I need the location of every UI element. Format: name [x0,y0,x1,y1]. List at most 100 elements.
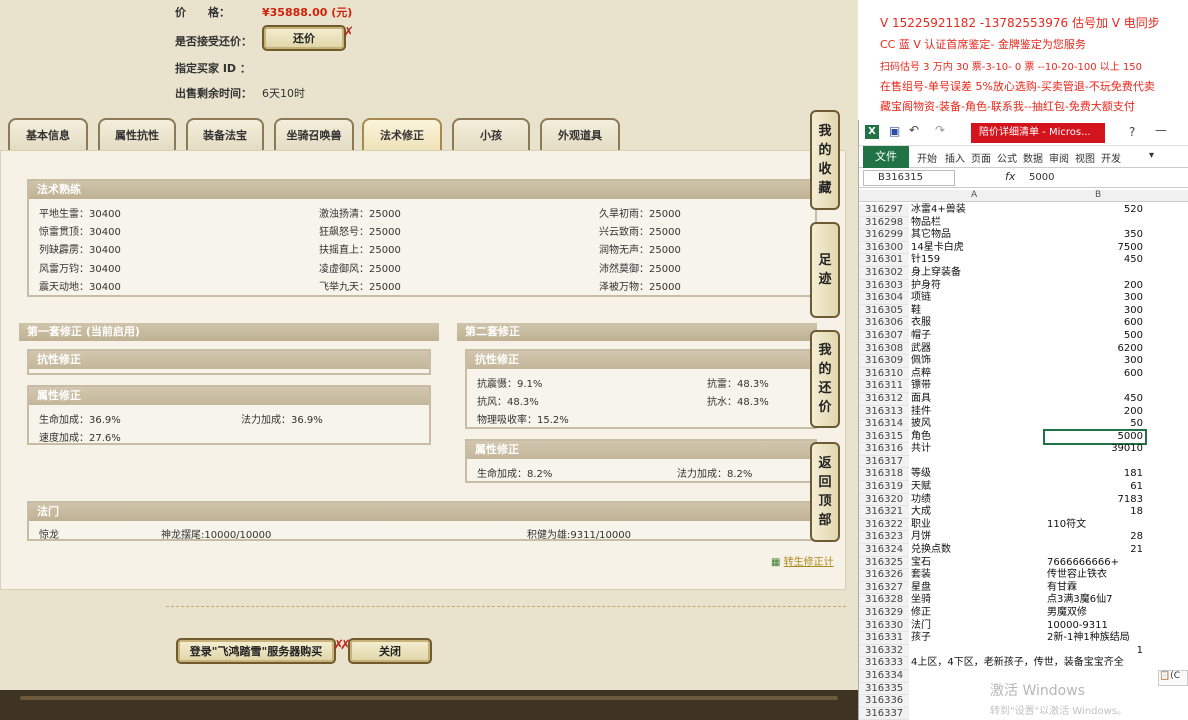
row-number[interactable]: 316323 [859,531,909,545]
undo-icon[interactable]: ↶ [909,123,919,137]
row-number[interactable]: 316305 [859,304,909,318]
cell-c[interactable] [1149,204,1188,217]
cell-c[interactable] [1149,368,1188,381]
cell-c[interactable] [1149,544,1188,557]
cell-c[interactable] [1149,280,1188,293]
tab-page[interactable]: 页面 [971,150,991,165]
cell-b[interactable]: 300 [1045,355,1145,368]
tab-review[interactable]: 审阅 [1049,150,1069,165]
column-header-b[interactable]: B [1095,190,1101,200]
row-number[interactable]: 316300 [859,241,909,255]
cell-c[interactable] [1149,569,1188,582]
cell-a[interactable]: 鞋 [911,305,1045,318]
cell-a[interactable]: 孩子 [911,632,1045,645]
cell-a[interactable]: 套装 [911,569,1045,582]
cell-c[interactable] [1149,506,1188,519]
cell-b[interactable]: 200 [1045,406,1145,419]
row-number[interactable]: 316328 [859,594,909,607]
row-number[interactable]: 316325 [859,556,909,570]
cell-b[interactable]: 点3满3魔6仙7 [1045,594,1145,607]
cell-c[interactable] [1149,632,1188,645]
tab-spell-correction[interactable]: 法术修正 [362,118,442,150]
row-number[interactable]: 316309 [859,355,909,368]
cell-a[interactable]: 佩饰 [911,355,1045,368]
cell-b[interactable]: 600 [1045,317,1145,330]
cell-c[interactable] [1149,443,1188,456]
cell-a[interactable]: 护身符 [911,280,1045,293]
row-number[interactable]: 316317 [859,455,909,469]
cell-c[interactable] [1149,305,1188,318]
cell-a[interactable]: 等级 [911,468,1045,481]
cell-a[interactable]: 坐骑 [911,594,1045,607]
minimize-icon[interactable]: — [1155,123,1167,137]
cell-c[interactable] [1149,317,1188,330]
row-number[interactable]: 316310 [859,367,909,381]
tab-developer[interactable]: 开发 [1101,150,1121,165]
cell-a[interactable]: 职业 [911,519,1045,532]
cell-c[interactable] [1149,657,1188,670]
cell-b[interactable]: 6200 [1045,343,1145,356]
cell-b[interactable] [1045,380,1145,393]
cell-b[interactable] [1045,267,1145,280]
name-box[interactable]: B316315 [863,170,955,186]
back-to-top-button[interactable]: 返 回 顶 部 [810,442,840,542]
cell-b[interactable]: 10000-9311 [1045,620,1145,633]
cell-a[interactable]: 其它物品 [911,229,1045,242]
cell-c[interactable] [1149,582,1188,595]
cell-a[interactable]: 帽子 [911,330,1045,343]
cell-a[interactable]: 宝石 [911,557,1045,570]
tab-attr-resist[interactable]: 属性抗性 [98,118,176,150]
cell-b[interactable]: 2新-1神1种族结局 [1045,632,1145,645]
cell-c[interactable] [1149,229,1188,242]
cell-c[interactable] [1149,519,1188,532]
cell-c[interactable] [1149,242,1188,255]
cell-a[interactable] [911,456,1045,469]
row-number[interactable]: 316330 [859,619,909,633]
cell-c[interactable] [1149,481,1188,494]
cell-c[interactable] [1149,607,1188,620]
row-number[interactable]: 316315 [859,430,909,444]
cell-b[interactable]: 有甘霖 [1045,582,1145,595]
tab-formula[interactable]: 公式 [997,150,1017,165]
cell-b[interactable]: 61 [1045,481,1145,494]
chevron-down-icon[interactable]: ▾ [1149,150,1154,161]
cell-c[interactable] [1149,254,1188,267]
cell-b[interactable]: 500 [1045,330,1145,343]
tab-child[interactable]: 小孩 [452,118,530,150]
cell-c[interactable] [1149,468,1188,481]
row-number[interactable]: 316318 [859,468,909,482]
cell-a[interactable]: 挂件 [911,406,1045,419]
cell-a[interactable]: 兑换点数 [911,544,1045,557]
cell-c[interactable] [1149,355,1188,368]
cell-c[interactable] [1149,380,1188,393]
tab-equipment[interactable]: 装备法宝 [186,118,264,150]
cell-c[interactable] [1149,292,1188,305]
help-icon[interactable]: ? [1129,125,1135,139]
cell-c[interactable] [1149,594,1188,607]
formula-input[interactable]: 5000 [1029,170,1185,186]
cell-a[interactable]: 冰雷4+兽装 [911,204,1045,217]
cell-a[interactable]: 面具 [911,393,1045,406]
row-number[interactable]: 316298 [859,216,909,230]
row-number[interactable]: 316301 [859,254,909,267]
counter-offer-button[interactable]: 还价 ✗ [262,25,354,51]
row-number[interactable]: 316299 [859,229,909,242]
cell-b[interactable]: 18 [1045,506,1145,519]
cell-c[interactable] [1149,217,1188,230]
row-number[interactable]: 316308 [859,342,909,356]
cell-a[interactable]: 角色 [911,431,1045,444]
cell-a[interactable]: 披风 [911,418,1045,431]
redo-icon[interactable]: ↷ [935,123,945,137]
cell-a[interactable]: 功绩 [911,494,1045,507]
cell-b[interactable]: 300 [1045,292,1145,305]
close-button[interactable]: 关闭 ✗ [340,638,432,664]
cell-b[interactable]: 50 [1045,418,1145,431]
cell-c[interactable] [1149,557,1188,570]
row-number[interactable]: 316319 [859,481,909,494]
tab-appearance[interactable]: 外观道具 [540,118,620,150]
row-number[interactable]: 316333 [859,657,909,670]
cell-b[interactable]: 300 [1045,305,1145,318]
cell-b[interactable]: 7500 [1045,242,1145,255]
cell-c[interactable] [1149,393,1188,406]
cell-c[interactable] [1149,645,1188,658]
